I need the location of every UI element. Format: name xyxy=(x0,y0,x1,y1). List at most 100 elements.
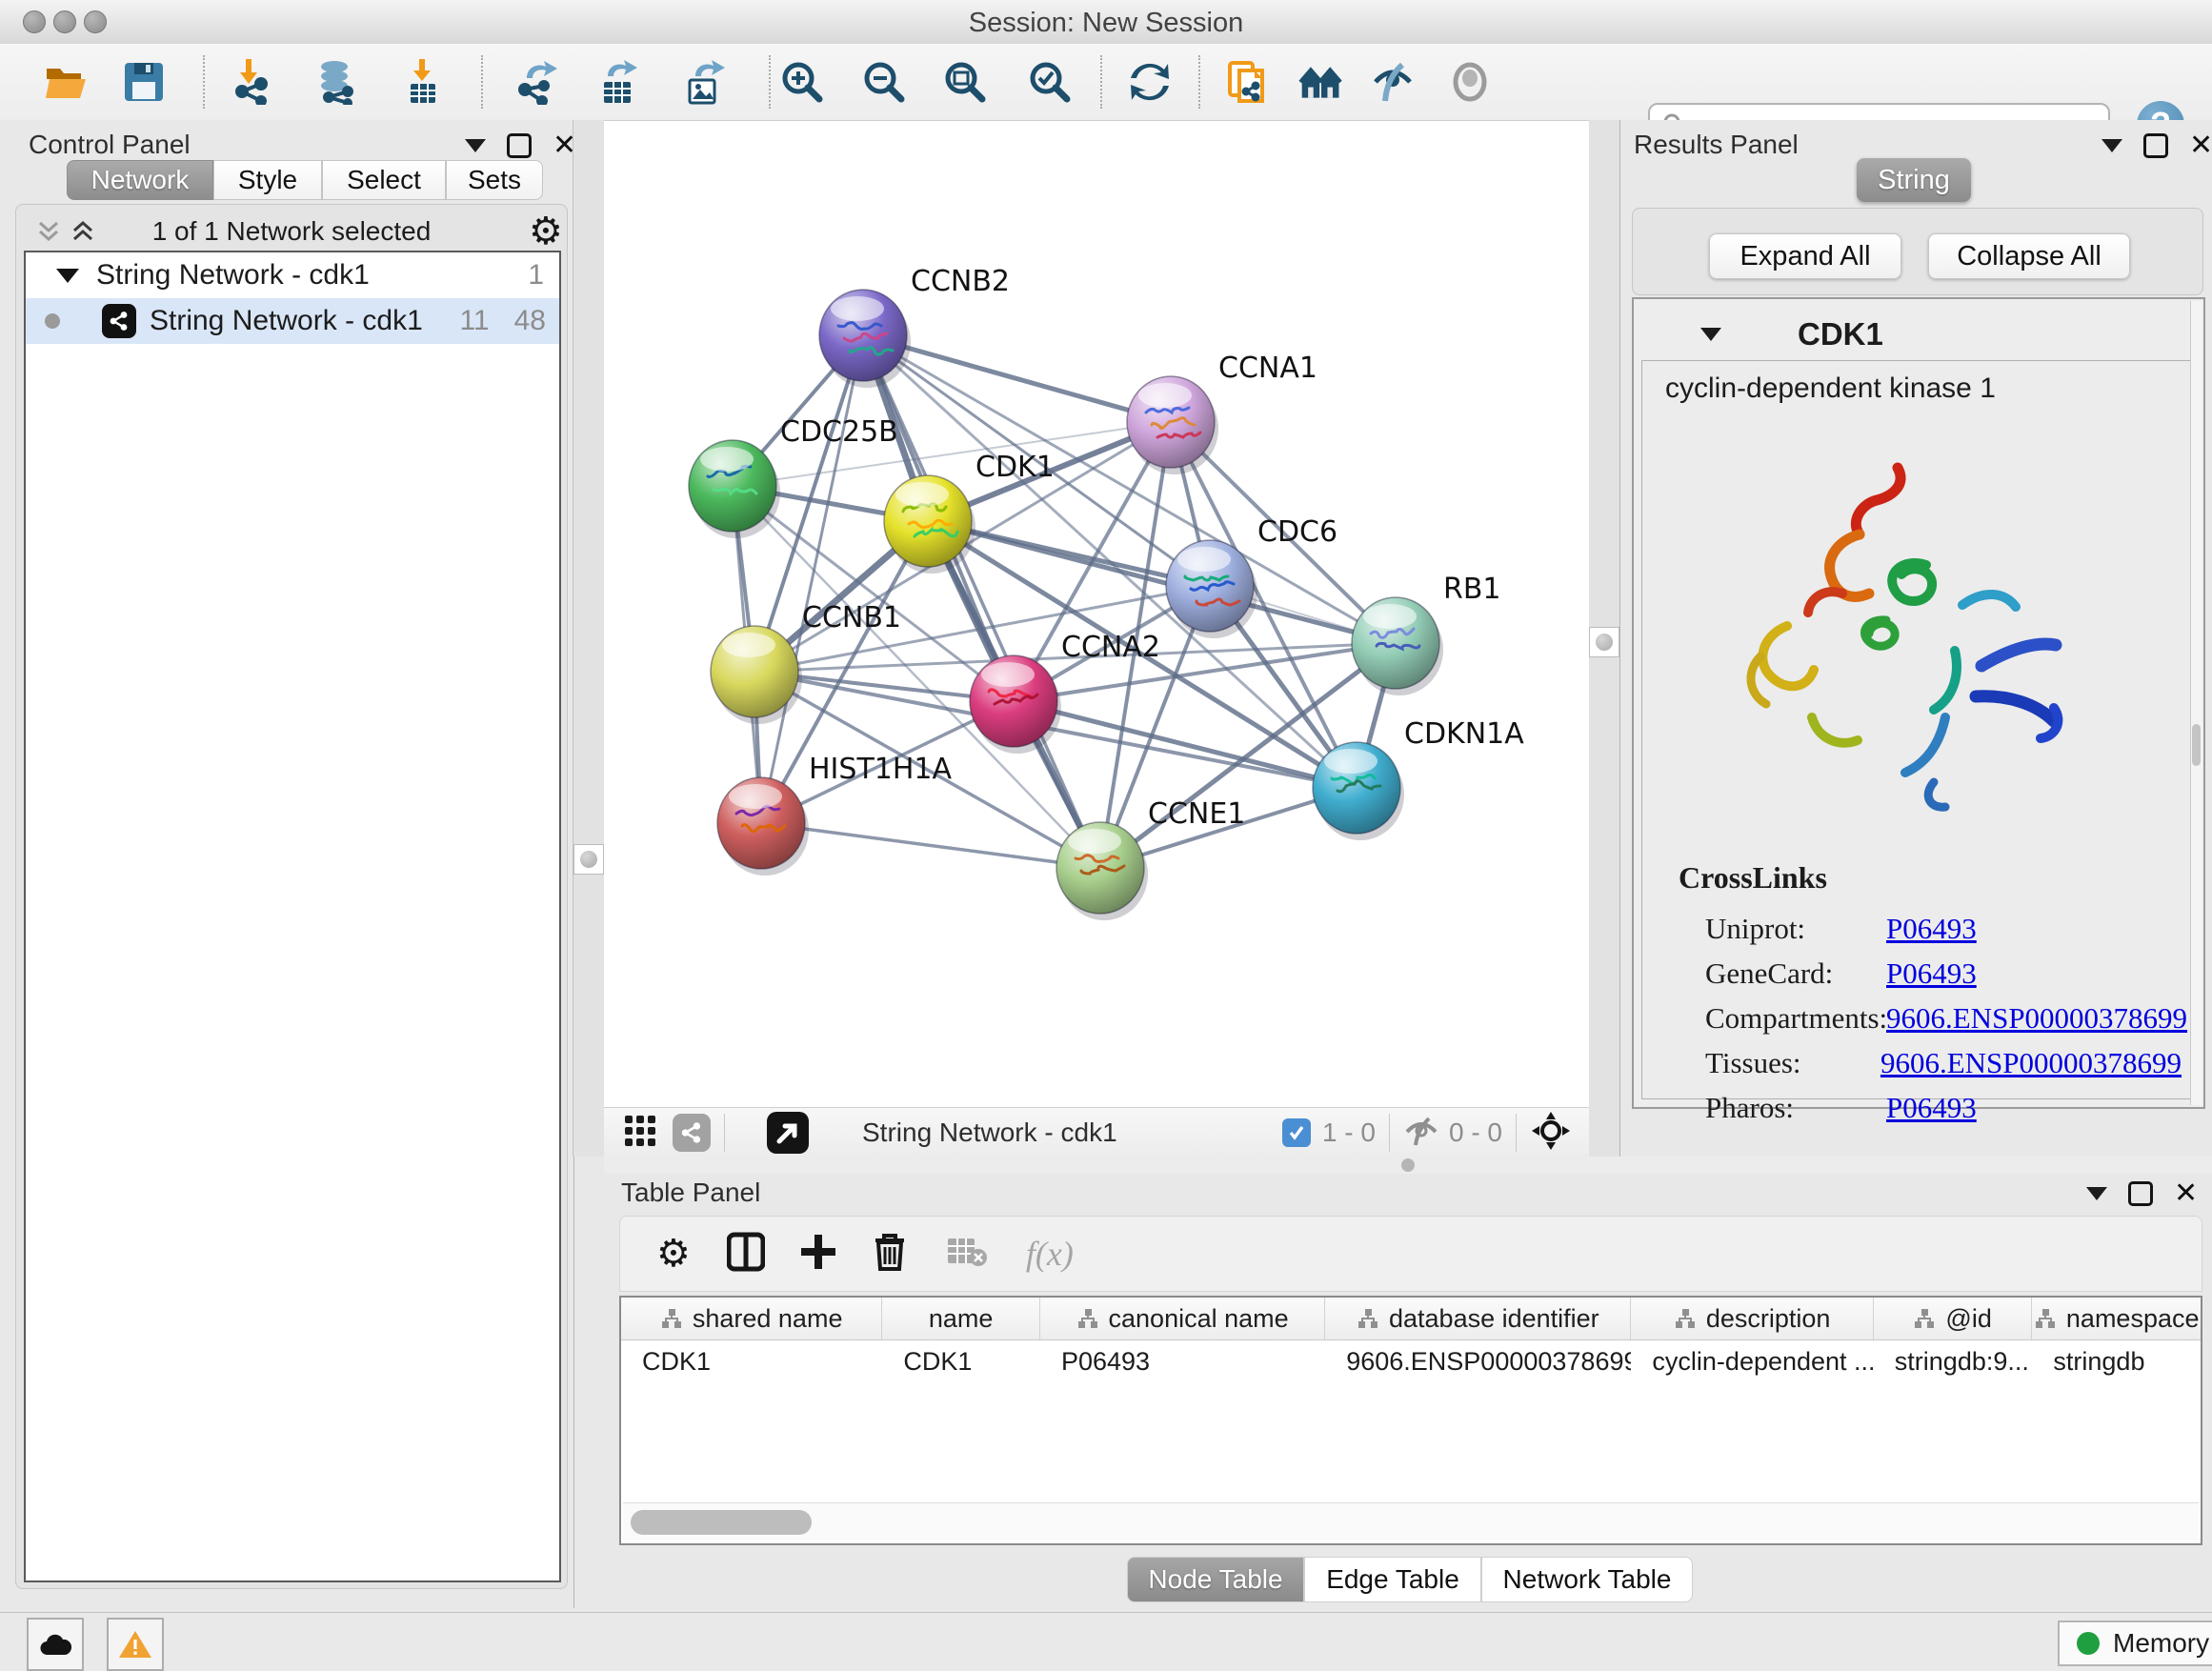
network-overview-icon[interactable] xyxy=(1298,59,1344,105)
collapse-all-button[interactable]: Collapse All xyxy=(1928,233,2130,279)
crosslink-genecard-link[interactable]: P06493 xyxy=(1886,956,1977,991)
panel-menu-icon[interactable] xyxy=(465,139,486,152)
horizontal-splitter-handle[interactable] xyxy=(1401,1158,1415,1172)
network-type-icon xyxy=(102,304,136,338)
cell-canonical-name[interactable]: P06493 xyxy=(1040,1347,1325,1377)
column-header[interactable]: @id xyxy=(1874,1298,2033,1339)
expand-all-button[interactable]: Expand All xyxy=(1709,233,1901,279)
table-row[interactable]: CDK1 CDK1 P06493 9606.ENSP00000378699 cy… xyxy=(621,1340,2201,1382)
table-header-row: shared name name canonical name database… xyxy=(621,1298,2201,1340)
table-scrollbar-thumb[interactable] xyxy=(631,1510,812,1535)
crosslink-tissues-link[interactable]: 9606.ENSP00000378699 xyxy=(1880,1046,2182,1080)
left-splitter-handle[interactable] xyxy=(573,844,604,875)
copy-style-icon[interactable] xyxy=(1224,59,1270,105)
column-header[interactable]: namespace xyxy=(2032,1298,2201,1339)
column-tree-icon xyxy=(1357,1307,1379,1330)
tab-select[interactable]: Select xyxy=(322,160,446,200)
crosslink-pharos-link[interactable]: P06493 xyxy=(1886,1091,1977,1125)
warnings-button[interactable] xyxy=(107,1618,164,1671)
network-graph[interactable]: CCNB2CCNA1CDC25BCDK1CDC6RB1CCNB1CCNA2CDK… xyxy=(604,121,1589,1108)
network-tree-root-row[interactable]: String Network - cdk1 1 xyxy=(26,252,559,298)
results-scrollbar[interactable] xyxy=(2190,301,2202,1105)
open-file-icon[interactable] xyxy=(44,59,90,105)
zoom-out-icon[interactable] xyxy=(861,59,907,105)
node-CDKN1A[interactable]: CDKN1A xyxy=(1313,717,1524,840)
current-network-dot-icon xyxy=(45,313,60,329)
table-horizontal-scrollbar[interactable] xyxy=(623,1502,2199,1541)
table-panel-title: Table Panel xyxy=(621,1178,760,1208)
zoom-in-icon[interactable] xyxy=(779,59,825,105)
clear-table-icon[interactable] xyxy=(946,1235,988,1274)
grid-view-icon[interactable] xyxy=(623,1114,657,1153)
zoom-selected-icon[interactable] xyxy=(1027,59,1073,105)
show-columns-icon[interactable] xyxy=(727,1231,765,1278)
panel-menu-icon[interactable] xyxy=(2101,139,2122,152)
panel-float-icon[interactable] xyxy=(2143,133,2168,158)
right-splitter[interactable] xyxy=(1588,120,1620,1157)
save-session-icon[interactable] xyxy=(121,59,167,105)
zoom-fit-icon[interactable] xyxy=(942,59,988,105)
network-share-icon[interactable] xyxy=(673,1114,711,1152)
panel-close-icon[interactable]: ✕ xyxy=(2174,1184,2198,1203)
network-item-label: String Network - cdk1 xyxy=(150,305,423,337)
hidden-eye-icon[interactable] xyxy=(1403,1115,1439,1152)
cell-name[interactable]: CDK1 xyxy=(882,1347,1040,1377)
import-table-icon[interactable] xyxy=(399,59,445,105)
crosslink-uniprot-link[interactable]: P06493 xyxy=(1886,912,1977,946)
node-CCNE1[interactable]: CCNE1 xyxy=(1056,797,1245,920)
results-scrollbar-thumb[interactable] xyxy=(2192,724,2201,766)
tab-string[interactable]: String xyxy=(1857,158,1971,202)
tab-node-table[interactable]: Node Table xyxy=(1127,1557,1304,1602)
export-network-icon[interactable] xyxy=(513,59,559,105)
node-HIST1H1A[interactable]: HIST1H1A xyxy=(717,753,953,876)
birdseye-crosshair-icon[interactable] xyxy=(1530,1110,1572,1157)
panel-float-icon[interactable] xyxy=(507,133,532,158)
gene-section-expand-icon[interactable] xyxy=(1700,328,1721,341)
network-tree-selected-row[interactable]: String Network - cdk1 11 48 xyxy=(26,298,559,344)
panel-close-icon[interactable]: ✕ xyxy=(2189,136,2212,155)
tree-expand-icon[interactable] xyxy=(56,269,79,283)
add-column-icon[interactable] xyxy=(799,1233,837,1276)
tab-network-table[interactable]: Network Table xyxy=(1481,1557,1693,1602)
network-options-gear-icon[interactable]: ⚙ xyxy=(529,214,563,249)
panel-menu-icon[interactable] xyxy=(2086,1187,2107,1200)
selected-checkbox-icon[interactable] xyxy=(1282,1118,1311,1147)
function-builder-icon: f(x) xyxy=(1026,1234,1074,1274)
results-panel: Results Panel ✕ String Expand All Collap… xyxy=(1619,120,2212,1157)
import-network-icon[interactable] xyxy=(229,59,274,105)
node-CCNA1[interactable]: CCNA1 xyxy=(1127,352,1317,474)
show-all-eye-icon[interactable] xyxy=(1447,59,1493,105)
column-header[interactable]: canonical name xyxy=(1040,1298,1325,1339)
delete-column-icon[interactable] xyxy=(872,1231,908,1278)
crosslink-compartments-link[interactable]: 9606.ENSP00000378699 xyxy=(1886,1001,2187,1036)
hide-selection-eye-icon[interactable] xyxy=(1370,59,1416,105)
open-in-window-icon[interactable] xyxy=(767,1112,809,1154)
cloud-button[interactable] xyxy=(27,1618,84,1671)
refresh-icon[interactable] xyxy=(1127,59,1173,105)
export-image-icon[interactable] xyxy=(680,59,726,105)
export-table-icon[interactable] xyxy=(594,59,640,105)
table-options-gear-icon[interactable]: ⚙ xyxy=(656,1237,691,1271)
horizontal-splitter[interactable] xyxy=(604,1157,2212,1174)
column-header[interactable]: shared name xyxy=(621,1298,882,1339)
memory-button[interactable]: Memory xyxy=(2058,1621,2212,1666)
panel-float-icon[interactable] xyxy=(2128,1181,2153,1206)
tab-edge-table[interactable]: Edge Table xyxy=(1304,1557,1481,1602)
tab-sets[interactable]: Sets xyxy=(446,160,543,200)
cell-shared-name[interactable]: CDK1 xyxy=(621,1347,882,1377)
tab-style[interactable]: Style xyxy=(213,160,322,200)
cell-database-identifier[interactable]: 9606.ENSP00000378699 xyxy=(1325,1347,1631,1377)
tab-network[interactable]: Network xyxy=(67,160,213,200)
left-splitter[interactable] xyxy=(573,120,605,1157)
toolbar-separator xyxy=(203,55,205,109)
column-header[interactable]: database identifier xyxy=(1325,1298,1631,1339)
network-canvas[interactable]: CCNB2CCNA1CDC25BCDK1CDC6RB1CCNB1CCNA2CDK… xyxy=(604,120,1589,1108)
cell-description[interactable]: cyclin-dependent ... xyxy=(1631,1347,1873,1377)
cell-namespace[interactable]: stringdb xyxy=(2032,1347,2201,1377)
import-database-icon[interactable] xyxy=(313,59,359,105)
column-header[interactable]: name xyxy=(882,1298,1040,1339)
column-header[interactable]: description xyxy=(1631,1298,1873,1339)
right-splitter-handle[interactable] xyxy=(1589,627,1619,657)
cell-id[interactable]: stringdb:9... xyxy=(1874,1347,2033,1377)
node-RB1[interactable]: RB1 xyxy=(1352,573,1501,695)
